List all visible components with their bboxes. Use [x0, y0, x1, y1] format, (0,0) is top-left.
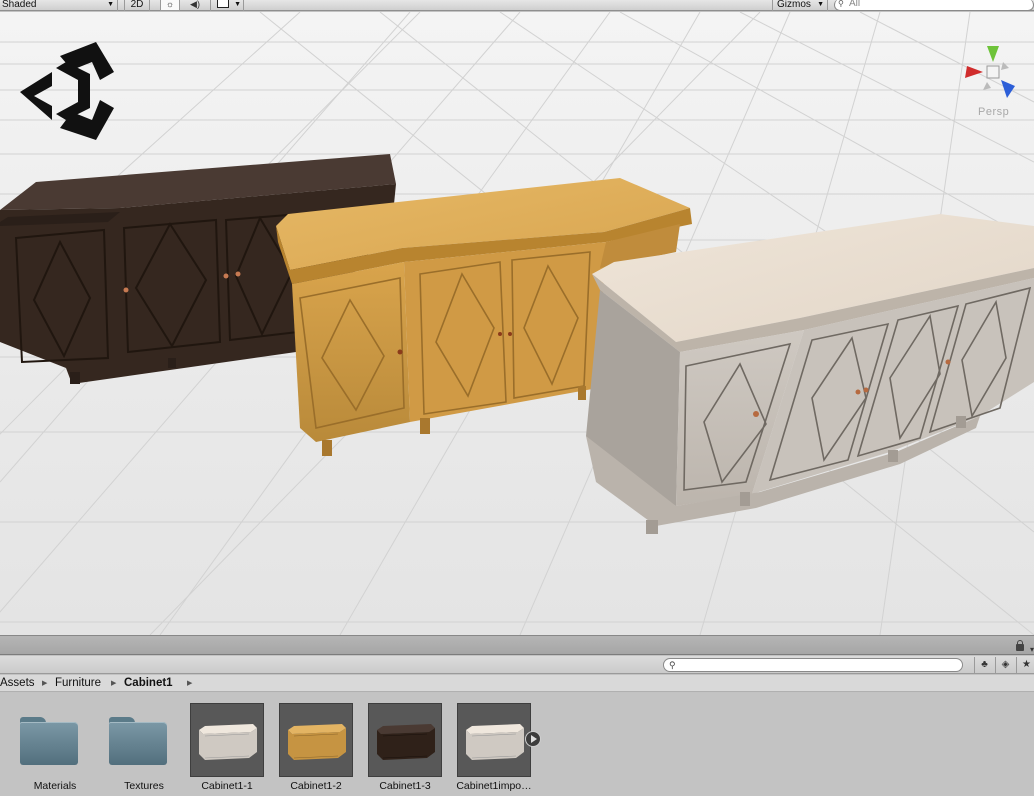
- model-thumbnail: [457, 703, 531, 777]
- scene-viewport[interactable]: Persp: [0, 12, 1034, 635]
- prefab-thumbnail: [190, 703, 264, 777]
- breadcrumb-item-furniture[interactable]: Furniture: [55, 675, 101, 692]
- asset-label: Cabinet1impo…: [456, 780, 532, 792]
- asset-label: Materials: [33, 780, 77, 792]
- sun-icon[interactable]: ☼: [160, 0, 180, 11]
- search-icon: ⚲: [669, 660, 676, 670]
- image-icon: [217, 0, 229, 8]
- asset-label: Textures: [124, 780, 164, 792]
- asset-label: Cabinet1-2: [290, 780, 342, 792]
- breadcrumb: Assets ▶ Furniture ▶ Cabinet1 ▶: [0, 675, 1034, 692]
- lock-icon[interactable]: [1016, 640, 1024, 651]
- folder-icon: [18, 703, 92, 777]
- asset-label: Cabinet1-3: [379, 780, 431, 792]
- scene-toolbar: Shaded ▼ 2D ☼ ◀) ▼ Gizmos ▼ ⚲ All: [0, 0, 1034, 11]
- breadcrumb-item-cabinet1[interactable]: Cabinet1: [124, 675, 173, 692]
- asset-cabinet1-3-prefab[interactable]: Cabinet1-3: [368, 703, 450, 795]
- scene-canvas[interactable]: [0, 12, 1034, 635]
- white-cabinet[interactable]: [586, 214, 1034, 534]
- asset-materials-folder[interactable]: Materials: [18, 703, 100, 795]
- shading-mode-dropdown[interactable]: Shaded ▼: [2, 0, 118, 11]
- shading-mode-label: Shaded: [2, 0, 37, 10]
- gizmos-label: Gizmos: [777, 0, 811, 10]
- panel-menu-icon[interactable]: ▾: [1030, 645, 1034, 654]
- asset-grid: Materials Textures Cabinet1-1 Cabinet1-2: [0, 693, 1034, 796]
- search-icon: ⚲: [838, 0, 844, 8]
- favorites-star-icon[interactable]: ★: [1016, 657, 1034, 673]
- asset-textures-folder[interactable]: Textures: [107, 703, 189, 795]
- asset-cabinet1-2-prefab[interactable]: Cabinet1-2: [279, 703, 361, 795]
- project-search-input[interactable]: ⚲: [663, 658, 963, 672]
- breadcrumb-separator-icon: ▶: [187, 680, 193, 687]
- scene-search-placeholder: All: [849, 0, 861, 9]
- project-toolbar: ⚲ ♣ ◈ ★: [0, 656, 1034, 674]
- chevron-down-icon: ▼: [817, 1, 824, 8]
- asset-cabinet1import-model[interactable]: Cabinet1impo…: [456, 703, 541, 795]
- breadcrumb-item-assets[interactable]: Assets: [0, 675, 35, 692]
- prefab-thumbnail: [279, 703, 353, 777]
- filter-by-label-icon[interactable]: ◈: [995, 657, 1015, 673]
- effects-dropdown[interactable]: ▼: [210, 0, 244, 11]
- 2d-toggle-button[interactable]: 2D: [124, 0, 150, 11]
- filter-by-type-icon[interactable]: ♣: [974, 657, 994, 673]
- asset-cabinet1-1-prefab[interactable]: Cabinet1-1: [190, 703, 272, 795]
- prefab-thumbnail: [368, 703, 442, 777]
- expand-play-icon[interactable]: [525, 731, 541, 747]
- chevron-down-icon: ▼: [107, 1, 114, 8]
- speaker-icon[interactable]: ◀): [182, 0, 208, 11]
- scene-search-input[interactable]: ⚲ All: [834, 0, 1034, 11]
- asset-label: Cabinet1-1: [201, 780, 253, 792]
- gizmos-dropdown[interactable]: Gizmos ▼: [772, 0, 828, 11]
- folder-icon: [107, 703, 181, 777]
- projection-label[interactable]: Persp: [978, 106, 1009, 118]
- chevron-down-icon: ▼: [234, 1, 241, 8]
- breadcrumb-separator-icon: ▶: [111, 680, 117, 687]
- pane-divider[interactable]: ▾: [0, 635, 1034, 655]
- breadcrumb-separator-icon: ▶: [42, 680, 48, 687]
